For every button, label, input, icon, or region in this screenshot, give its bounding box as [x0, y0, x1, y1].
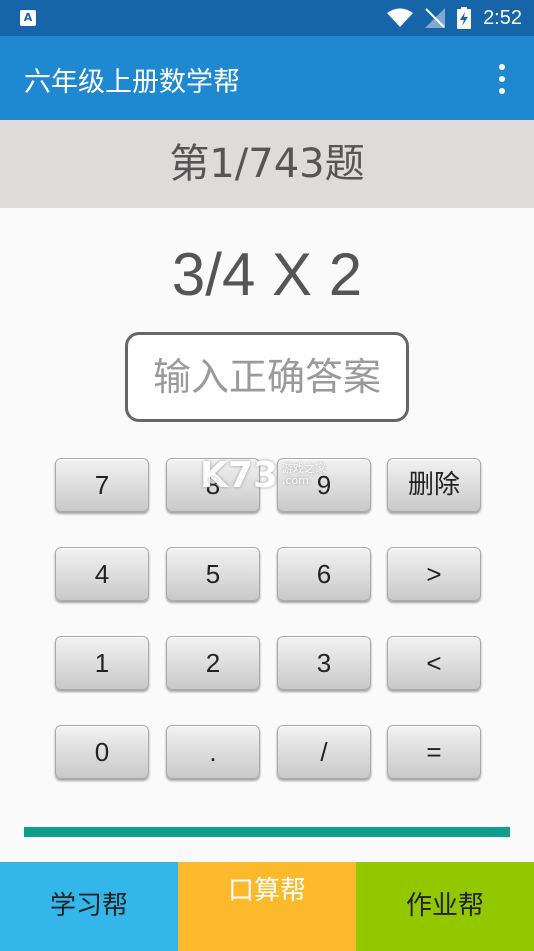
nav-study-button[interactable]: 学习帮: [0, 862, 178, 951]
nav-oral-button[interactable]: 口算帮: [178, 862, 356, 951]
key-3[interactable]: 3: [277, 636, 371, 690]
key-dot[interactable]: .: [166, 725, 260, 779]
key-1[interactable]: 1: [55, 636, 149, 690]
key-delete[interactable]: 删除: [387, 458, 481, 512]
more-vert-icon[interactable]: [490, 64, 514, 94]
key-6[interactable]: 6: [277, 547, 371, 601]
no-signal-icon: [425, 8, 446, 28]
key-equals[interactable]: =: [387, 725, 481, 779]
key-slash[interactable]: /: [277, 725, 371, 779]
app-a-icon: A: [20, 10, 36, 26]
key-2[interactable]: 2: [166, 636, 260, 690]
progress-bar: [24, 827, 510, 837]
wifi-icon: [387, 8, 414, 27]
watermark-logo: K73: [200, 454, 278, 496]
status-bar: A 2:52: [0, 0, 534, 36]
key-less[interactable]: <: [387, 636, 481, 690]
key-greater[interactable]: >: [387, 547, 481, 601]
key-7[interactable]: 7: [55, 458, 149, 512]
key-0[interactable]: 0: [55, 725, 149, 779]
watermark: K73 游戏之家 .com: [200, 455, 326, 496]
key-4[interactable]: 4: [55, 547, 149, 601]
answer-input[interactable]: 输入正确答案: [125, 332, 409, 422]
app-bar: 六年级上册数学帮: [0, 36, 534, 120]
app-title: 六年级上册数学帮: [24, 67, 240, 98]
nav-homework-button[interactable]: 作业帮: [356, 862, 534, 951]
bottom-nav: 学习帮 口算帮 作业帮: [0, 862, 534, 951]
key-5[interactable]: 5: [166, 547, 260, 601]
battery-charging-icon: [457, 7, 472, 29]
question-text: 3/4 X 2: [171, 241, 363, 308]
clock: 2:52: [483, 6, 522, 29]
question-counter: 第1/743题: [0, 120, 534, 208]
watermark-site: 游戏之家 .com: [282, 462, 326, 487]
status-icons: 2:52: [387, 6, 522, 30]
